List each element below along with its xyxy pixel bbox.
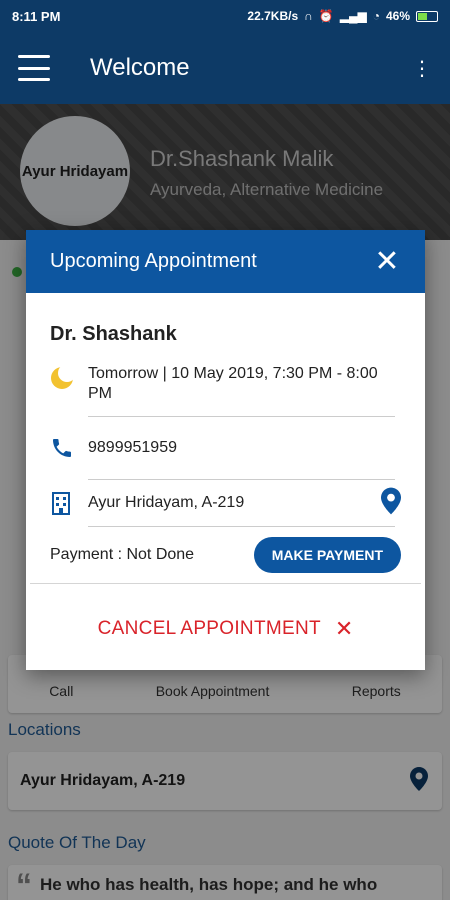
- wifi-icon: ◔: [372, 9, 380, 23]
- payment-status: Payment : Not Done: [50, 546, 195, 563]
- appointment-time-row: Tomorrow | 10 May 2019, 7:30 PM - 8:00 P…: [50, 364, 401, 416]
- payment-row: Payment : Not Done MAKE PAYMENT: [50, 527, 401, 583]
- appointment-location: Ayur Hridayam, A-219: [88, 494, 245, 511]
- alarm-icon: ⏰: [318, 9, 334, 23]
- cancel-icon: ✕: [334, 616, 354, 641]
- battery-percent: 46%: [385, 9, 410, 23]
- network-speed: 22.7KB/s: [247, 9, 299, 23]
- app-title: Welcome: [90, 54, 190, 81]
- battery-icon: [416, 10, 438, 22]
- dialog-title: Upcoming Appointment: [50, 250, 257, 272]
- make-payment-button[interactable]: MAKE PAYMENT: [253, 537, 401, 573]
- status-time: 8:11 PM: [12, 8, 61, 24]
- dialog-header: Upcoming Appointment ✕: [26, 230, 425, 293]
- close-icon[interactable]: ✕: [373, 246, 401, 277]
- cancel-appointment-button[interactable]: CANCEL APPOINTMENT ✕: [26, 584, 425, 674]
- headphones-icon: ∩: [304, 9, 313, 23]
- appointment-time: Tomorrow | 10 May 2019, 7:30 PM - 8:00 P…: [88, 365, 378, 402]
- status-icons: 22.7KB/s ∩ ⏰ ▂▄▆ ◔ 46%: [247, 9, 438, 23]
- upcoming-appointment-dialog: Upcoming Appointment ✕ Dr. Shashank Tomo…: [26, 230, 425, 670]
- app-bar: Welcome ⋮: [0, 32, 450, 104]
- building-icon: [50, 491, 88, 515]
- night-moon-icon: [50, 364, 88, 390]
- status-bar: 8:11 PM 22.7KB/s ∩ ⏰ ▂▄▆ ◔ 46%: [0, 0, 450, 32]
- menu-icon[interactable]: [18, 55, 50, 81]
- cancel-appointment-label: CANCEL APPOINTMENT: [97, 618, 321, 639]
- phone-row[interactable]: 9899951959: [50, 417, 401, 479]
- appointment-doctor: Dr. Shashank: [50, 323, 177, 345]
- dialog-body: Dr. Shashank Tomorrow | 10 May 2019, 7:3…: [26, 323, 425, 583]
- location-row[interactable]: Ayur Hridayam, A-219: [50, 480, 401, 526]
- phone-number[interactable]: 9899951959: [88, 438, 177, 458]
- signal-icon: ▂▄▆: [339, 9, 367, 23]
- map-pin-icon[interactable]: [381, 487, 401, 520]
- more-options-icon[interactable]: ⋮: [412, 56, 432, 81]
- phone-icon: [50, 436, 88, 460]
